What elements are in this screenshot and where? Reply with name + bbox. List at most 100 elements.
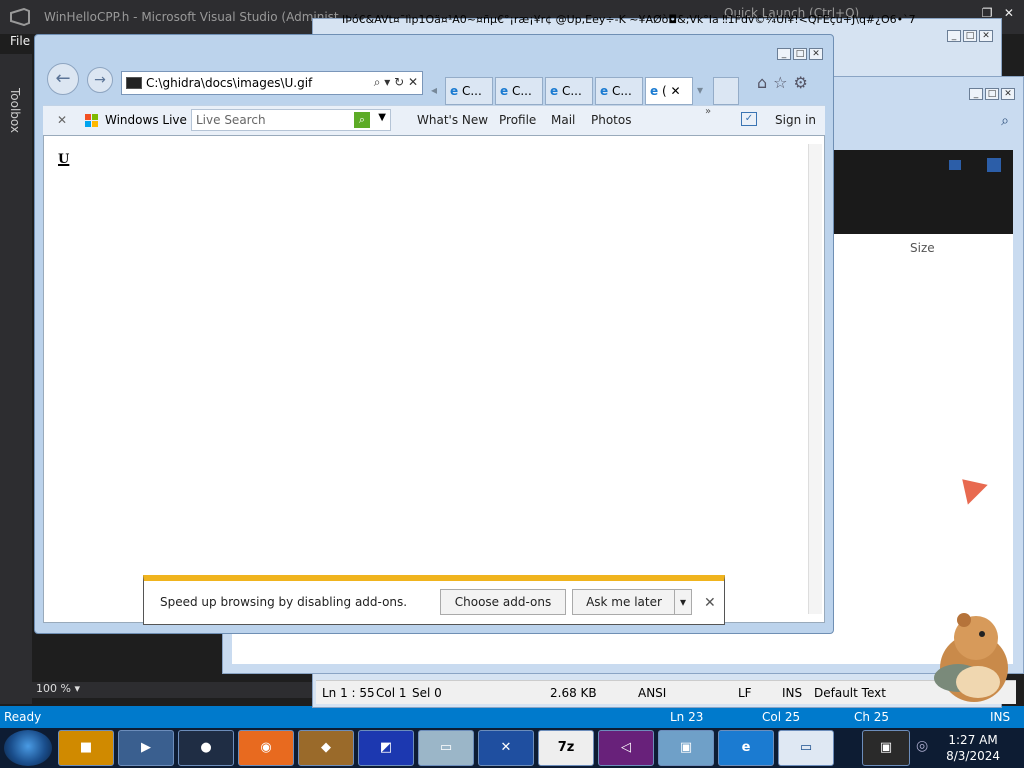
taskbar-app-visualstudio-icon[interactable]: ◁ bbox=[598, 730, 654, 766]
addons-notification-bar: Speed up browsing by disabling add-ons. … bbox=[143, 575, 725, 625]
link-profile[interactable]: Profile bbox=[499, 113, 536, 127]
vs-status-bar: Ready Ln 23 Col 25 Ch 25 INS bbox=[0, 706, 1024, 728]
status-line-ending: LF bbox=[738, 686, 752, 700]
taskbar-app-notepad-icon[interactable]: ▭ bbox=[418, 730, 474, 766]
live-search-input[interactable]: Live Search ⌕ ▼ bbox=[191, 109, 391, 131]
tray-clock-icon[interactable]: ◎ bbox=[916, 738, 928, 754]
close-toolbar-icon[interactable]: ✕ bbox=[57, 113, 67, 127]
close-icon[interactable]: ✕ bbox=[704, 595, 716, 611]
status-position: Ln 1 : 55 bbox=[322, 686, 375, 700]
taskbar-app-window-icon[interactable]: ▭ bbox=[778, 730, 834, 766]
home-icon[interactable]: ⌂ bbox=[757, 73, 767, 92]
link-photos[interactable]: Photos bbox=[591, 113, 631, 127]
page-content: U bbox=[43, 135, 825, 623]
tab-item[interactable]: e C... bbox=[545, 77, 593, 105]
status-char: Ch 25 bbox=[854, 710, 890, 724]
tab-item[interactable]: e C... bbox=[445, 77, 493, 105]
command-bar: ✕ Windows Live Live Search ⌕ ▼ What's Ne… bbox=[43, 105, 825, 135]
forward-arrow-icon[interactable]: → bbox=[87, 67, 113, 93]
windows-live-button[interactable]: Windows Live bbox=[105, 113, 187, 127]
taskbar-app-ie-icon[interactable]: e bbox=[718, 730, 774, 766]
link-whats-new[interactable]: What's New bbox=[417, 113, 488, 127]
visual-studio-logo-icon bbox=[10, 8, 30, 26]
system-clock[interactable]: 1:27 AM 8/3/2024 bbox=[946, 732, 1000, 764]
taskbar-app-media-icon[interactable]: ▶ bbox=[118, 730, 174, 766]
more-chevron-icon[interactable]: » bbox=[705, 106, 711, 117]
ie-icon: e bbox=[550, 84, 559, 98]
explorer-preview-strip bbox=[833, 150, 1013, 234]
new-tab-button[interactable] bbox=[713, 77, 739, 105]
choose-addons-button[interactable]: Choose add-ons bbox=[440, 589, 566, 615]
column-header-size[interactable]: Size bbox=[910, 241, 935, 255]
window-thumbnail-icon[interactable] bbox=[987, 158, 1001, 172]
link-mail[interactable]: Mail bbox=[551, 113, 575, 127]
zoom-value: 100 % bbox=[36, 682, 71, 695]
chevron-down-icon[interactable]: ▼ bbox=[378, 112, 386, 123]
search-go-icon[interactable]: ⌕ bbox=[354, 112, 370, 128]
vs-left-panel bbox=[0, 54, 32, 704]
address-tools[interactable]: ⌕ ▾ ↻ ✕ bbox=[374, 75, 418, 90]
tab-active[interactable]: e ( ✕ bbox=[645, 77, 693, 105]
window-controls[interactable]: _ □ ✕ bbox=[967, 85, 1015, 100]
gear-icon[interactable]: ⚙ bbox=[794, 73, 808, 92]
tab-item[interactable]: e C... bbox=[495, 77, 543, 105]
sign-in-link[interactable]: Sign in bbox=[775, 113, 816, 127]
zoom-level[interactable]: 100 % ▾ bbox=[32, 682, 314, 698]
back-arrow-icon[interactable]: ← bbox=[47, 63, 79, 95]
checkmark-icon[interactable]: ✓ bbox=[741, 112, 757, 126]
close-icon[interactable]: ✕ bbox=[979, 30, 993, 42]
status-column: Col 25 bbox=[762, 710, 801, 724]
minimize-icon[interactable]: _ bbox=[969, 88, 983, 100]
taskbar-app-sandbox-icon[interactable]: ◆ bbox=[298, 730, 354, 766]
window-thumbnail-icon[interactable] bbox=[949, 160, 961, 170]
status-selection: Sel 0 bbox=[412, 686, 442, 700]
clock-time: 1:27 AM bbox=[948, 733, 998, 747]
search-icon[interactable]: ⌕ bbox=[1001, 113, 1009, 129]
tab-close-icon[interactable]: ✕ bbox=[670, 84, 680, 98]
page-icon bbox=[126, 77, 142, 89]
status-ins: INS bbox=[782, 686, 803, 700]
garbled-title-text: IÞó€&AVt¤ˉlìp1Oä¤¹A0~¤ñµ€°¡ræ¡¥r¢ @Up,Ee… bbox=[342, 13, 916, 26]
window-controls[interactable]: _ □ ✕ bbox=[945, 27, 993, 42]
status-file-size: 2.68 KB bbox=[550, 686, 597, 700]
maximize-icon[interactable]: □ bbox=[985, 88, 999, 100]
minimize-icon[interactable]: _ bbox=[947, 30, 961, 42]
taskbar: ■ ▶ ● ◉ ◆ ◩ ▭ ✕ 7z ◁ ▣ e ▭ ▣ ◎ 1:27 AM 8… bbox=[0, 728, 1024, 768]
tab-label: ( bbox=[661, 84, 667, 98]
address-bar[interactable]: C:\ghidra\docs\images\U.gif ⌕ ▾ ↻ ✕ bbox=[121, 71, 423, 95]
notepad-status-bar: Ln 1 : 55 Col 1 Sel 0 2.68 KB ANSI LF IN… bbox=[316, 680, 1016, 704]
toolbox-tab[interactable]: Toolbox bbox=[8, 88, 22, 133]
ie-window[interactable]: _ □ ✕ ← → C:\ghidra\docs\images\U.gif ⌕ ▾ … bbox=[34, 34, 834, 634]
tab-item[interactable]: e C... bbox=[595, 77, 643, 105]
close-icon[interactable]: ✕ bbox=[1001, 88, 1015, 100]
status-ready: Ready bbox=[4, 710, 42, 724]
favorites-star-icon[interactable]: ☆ bbox=[773, 73, 787, 92]
taskbar-app-firefox-icon[interactable]: ◉ bbox=[238, 730, 294, 766]
search-placeholder: Live Search bbox=[196, 113, 266, 127]
maximize-icon[interactable]: □ bbox=[963, 30, 977, 42]
ask-me-later-button[interactable]: Ask me later bbox=[572, 589, 676, 615]
taskbar-app-camera-icon[interactable]: ▣ bbox=[862, 730, 910, 766]
status-line: Ln 23 bbox=[670, 710, 704, 724]
close-icon[interactable]: ✕ bbox=[809, 48, 823, 60]
tab-scroll-left-icon[interactable]: ◂ bbox=[431, 83, 437, 97]
taskbar-app-color-icon[interactable]: ◩ bbox=[358, 730, 414, 766]
window-controls[interactable]: _ □ ✕ bbox=[775, 45, 823, 60]
taskbar-app-close-icon[interactable]: ✕ bbox=[478, 730, 534, 766]
vs-window-title: WinHelloCPP.h - Microsoft Visual Studio … bbox=[44, 10, 339, 24]
vertical-scrollbar[interactable] bbox=[808, 144, 822, 614]
chevron-down-icon[interactable]: ▾ bbox=[674, 589, 692, 615]
address-text[interactable]: C:\ghidra\docs\images\U.gif bbox=[146, 76, 312, 90]
start-button[interactable] bbox=[4, 730, 52, 766]
ie-icon: e bbox=[650, 84, 659, 98]
hamster-mascot-icon bbox=[934, 613, 1008, 702]
taskbar-app-image-icon[interactable]: ▣ bbox=[658, 730, 714, 766]
minimize-icon[interactable]: _ bbox=[777, 48, 791, 60]
taskbar-app-globe-icon[interactable]: ● bbox=[178, 730, 234, 766]
windows-flag-icon bbox=[85, 114, 98, 127]
taskbar-app-folder-icon[interactable]: ■ bbox=[58, 730, 114, 766]
taskbar-app-7zip-icon[interactable]: 7z bbox=[538, 730, 594, 766]
menu-file[interactable]: File bbox=[10, 34, 30, 48]
tab-scroll-right-icon[interactable]: ▾ bbox=[697, 83, 703, 97]
maximize-icon[interactable]: □ bbox=[793, 48, 807, 60]
